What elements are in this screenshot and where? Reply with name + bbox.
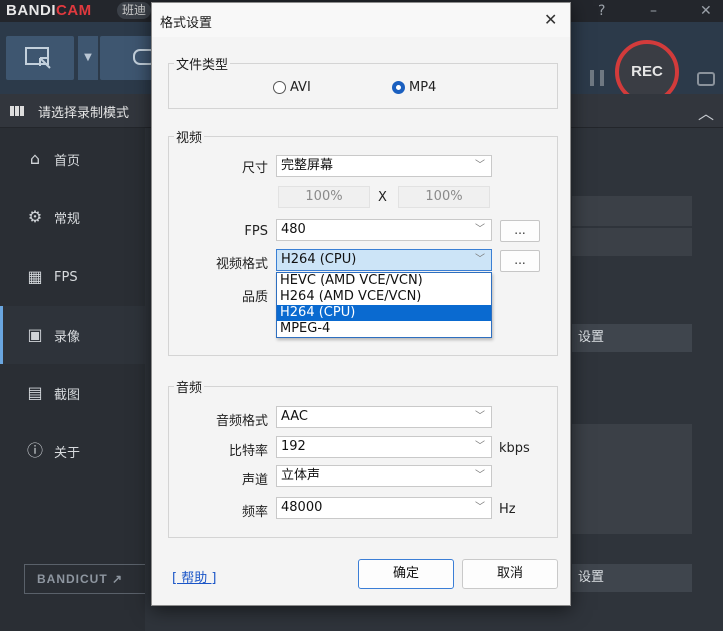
- video-format-select[interactable]: H264 (CPU) ﹀: [276, 249, 492, 271]
- frequency-select[interactable]: 48000 ﹀: [276, 497, 492, 519]
- bandicut-button[interactable]: BANDICUT ↗: [24, 564, 160, 594]
- pause-icon[interactable]: [590, 70, 604, 86]
- chevron-down-icon: ﹀: [475, 441, 485, 452]
- chevron-down-icon: ﹀: [475, 160, 485, 171]
- file-type-group: 文件类型 AVI MP4: [168, 54, 558, 109]
- chevron-down-icon: ﹀: [475, 254, 485, 265]
- fps-icon: ▦: [27, 267, 43, 286]
- avi-radio[interactable]: AVI: [273, 80, 311, 95]
- bandicam-app: BANDICAM 班迪 ? – ✕ ▼ REC 请选择录制模式 ︿ ⌂ 首页 ⚙ 常…: [0, 0, 723, 631]
- sidebar-item-label: 截图: [54, 387, 81, 403]
- app-logo-tag: 班迪: [117, 2, 152, 19]
- mp4-radio[interactable]: MP4: [392, 80, 436, 95]
- height-percent-input[interactable]: 100%: [398, 186, 490, 208]
- dialog-titlebar: 格式设置 ✕: [152, 3, 570, 37]
- main-row-3: [572, 424, 692, 534]
- sidebar-item-general[interactable]: ⚙ 常规: [0, 188, 145, 246]
- chevron-down-icon: ﹀: [475, 411, 485, 422]
- radio-on-icon: [392, 81, 405, 94]
- chevron-up-icon[interactable]: ︿: [698, 100, 714, 124]
- format-option-hevc-amd[interactable]: HEVC (AMD VCE/VCN): [277, 273, 491, 289]
- format-option-h264-cpu[interactable]: H264 (CPU): [277, 305, 491, 321]
- channel-value: 立体声: [281, 468, 321, 483]
- screenshot-settings-button[interactable]: 设置: [572, 564, 692, 592]
- video-settings-button[interactable]: 设置: [572, 324, 692, 352]
- quality-label: 品质: [241, 290, 268, 305]
- fps-more-button[interactable]: ...: [500, 220, 540, 242]
- radio-off-icon: [273, 81, 286, 94]
- main-row-2: [572, 228, 692, 256]
- bitrate-value: 192: [281, 439, 306, 454]
- audio-format-label: 音频格式: [215, 414, 268, 429]
- gear-icon: ⚙: [27, 207, 43, 226]
- external-link-icon: ↗: [112, 572, 124, 586]
- audio-format-select[interactable]: AAC ﹀: [276, 406, 492, 428]
- home-icon: ⌂: [29, 149, 41, 168]
- channel-label: 声道: [241, 473, 268, 488]
- video-label: 视频: [174, 127, 205, 146]
- ok-button[interactable]: 确定: [358, 559, 454, 589]
- screenshot-icon: ▤: [27, 383, 43, 402]
- chevron-down-icon: ﹀: [475, 224, 485, 235]
- mode-select-label: 请选择录制模式: [38, 106, 130, 121]
- bitrate-select[interactable]: 192 ﹀: [276, 436, 492, 458]
- mp4-label: MP4: [409, 80, 437, 95]
- dialog-title: 格式设置: [160, 16, 213, 31]
- sidebar-item-fps[interactable]: ▦ FPS: [0, 248, 145, 306]
- video-format-dropdown-list: HEVC (AMD VCE/VCN) H264 (AMD VCE/VCN) H2…: [276, 272, 492, 338]
- video-format-label: 视频格式: [215, 257, 268, 272]
- channel-select[interactable]: 立体声 ﹀: [276, 465, 492, 487]
- app-close-icon[interactable]: ✕: [700, 0, 712, 22]
- camera-icon[interactable]: [697, 72, 715, 86]
- help-icon[interactable]: ?: [598, 0, 605, 22]
- file-type-label: 文件类型: [174, 54, 231, 73]
- sidebar: ⌂ 首页 ⚙ 常规 ▦ FPS ▣ 录像 ▤ 截图 ⓘ 关于: [0, 128, 145, 631]
- format-option-h264-amd[interactable]: H264 (AMD VCE/VCN): [277, 289, 491, 305]
- frequency-label: 频率: [241, 505, 268, 520]
- sidebar-item-home[interactable]: ⌂ 首页: [0, 130, 145, 188]
- chevron-down-icon: ﹀: [475, 470, 485, 481]
- size-x-label: X: [378, 190, 387, 205]
- sidebar-item-label: 关于: [54, 445, 81, 461]
- video-icon: ▣: [27, 325, 43, 344]
- sidebar-item-label: 首页: [54, 153, 81, 169]
- audio-format-value: AAC: [281, 409, 308, 424]
- sidebar-item-screenshot[interactable]: ▤ 截图: [0, 364, 145, 422]
- fps-value: 480: [281, 222, 306, 237]
- sidebar-item-label: 录像: [54, 329, 81, 345]
- screen-select-icon: [25, 47, 51, 69]
- frequency-unit: Hz: [499, 502, 516, 517]
- video-format-value: H264 (CPU): [281, 252, 357, 267]
- bandicut-label: BANDICUT: [37, 572, 108, 586]
- sidebar-item-label: FPS: [54, 269, 78, 285]
- format-settings-dialog: 格式设置 ✕ 文件类型 AVI MP4 视频 尺寸 完整屏幕 ﹀ 100% X 1…: [151, 2, 571, 606]
- size-label: 尺寸: [241, 161, 268, 176]
- dialog-close-icon[interactable]: ✕: [544, 10, 557, 29]
- fps-select[interactable]: 480 ﹀: [276, 219, 492, 241]
- minimize-icon[interactable]: –: [650, 0, 657, 22]
- grid-icon: [10, 106, 24, 116]
- avi-label: AVI: [290, 80, 311, 95]
- screen-mode-dropdown[interactable]: ▼: [78, 36, 98, 80]
- fps-label: FPS: [244, 224, 268, 239]
- bitrate-label: 比特率: [228, 444, 268, 459]
- sidebar-item-label: 常规: [54, 211, 81, 227]
- width-percent-input[interactable]: 100%: [278, 186, 370, 208]
- size-value: 完整屏幕: [281, 158, 334, 173]
- info-icon: ⓘ: [26, 441, 43, 460]
- size-select[interactable]: 完整屏幕 ﹀: [276, 155, 492, 177]
- screen-record-mode-button[interactable]: [6, 36, 74, 80]
- main-row-1: [572, 196, 692, 226]
- sidebar-item-video[interactable]: ▣ 录像: [0, 306, 145, 364]
- cancel-button[interactable]: 取消: [462, 559, 558, 589]
- app-logo: BANDICAM: [6, 2, 92, 19]
- audio-label: 音频: [174, 377, 205, 396]
- help-link[interactable]: [ 帮助 ]: [172, 567, 216, 586]
- chevron-down-icon: ﹀: [475, 502, 485, 513]
- bitrate-unit: kbps: [499, 441, 530, 456]
- format-option-mpeg4[interactable]: MPEG-4: [277, 321, 491, 337]
- video-format-more-button[interactable]: ...: [500, 250, 540, 272]
- sidebar-item-about[interactable]: ⓘ 关于: [0, 422, 145, 480]
- frequency-value: 48000: [281, 500, 323, 515]
